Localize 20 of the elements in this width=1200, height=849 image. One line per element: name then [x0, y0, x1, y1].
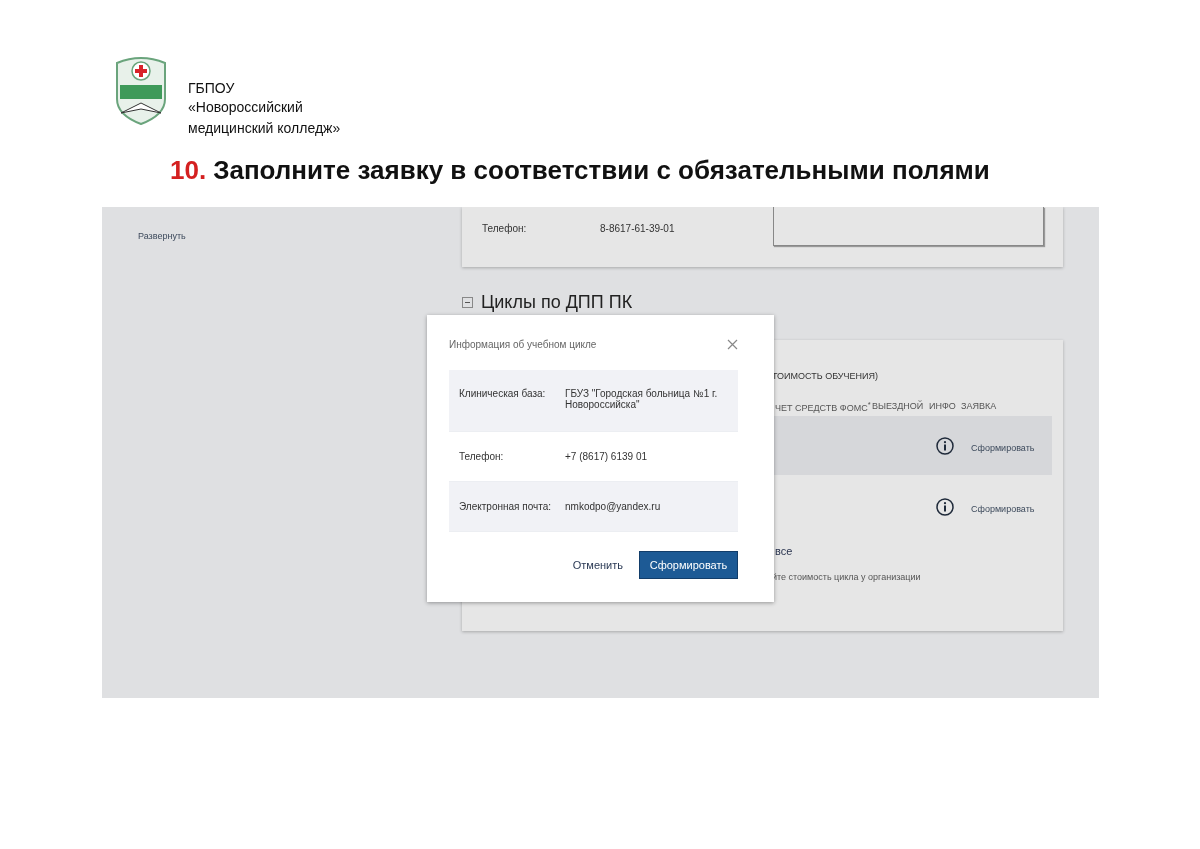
field-value: ГБУЗ "Городская больница №1 г. Новороссийска" [565, 388, 719, 410]
slide-title: Заполните заявку в соответствии с обязательными полями [213, 155, 990, 185]
org-name-line: медицинский колледж» [188, 119, 341, 138]
field-value: +7 (8617) 6139 01 [565, 451, 648, 462]
field-label: Клиническая база: [459, 388, 547, 399]
table-caption: ТОИМОСТЬ ОБУЧЕНИЯ) [772, 371, 879, 381]
modal-title: Информация об учебном цикле [449, 339, 597, 350]
column-header: ВЫЕЗДНОЙ [872, 401, 925, 411]
field-label: Телефон: [459, 451, 505, 462]
section-title: Циклы по ДПП ПК [481, 292, 633, 312]
column-header: ЗАЯВКА [961, 401, 998, 411]
org-name-line: «Новороссийский [188, 98, 303, 117]
column-header: ЧЕТ СРЕДСТВ ФОМС$^{*}$ [775, 399, 872, 413]
field-value: nmkodpo@yandex.ru [565, 501, 662, 512]
field-label: Электронная почта: [459, 501, 553, 512]
column-header: ИНФО [929, 401, 957, 411]
field-value: 8-8617-61-39-01 [600, 223, 675, 234]
org-name-line: ГБПОУ [188, 79, 235, 98]
step-number: 10. [170, 155, 207, 185]
field-label: Телефон: [482, 223, 528, 234]
